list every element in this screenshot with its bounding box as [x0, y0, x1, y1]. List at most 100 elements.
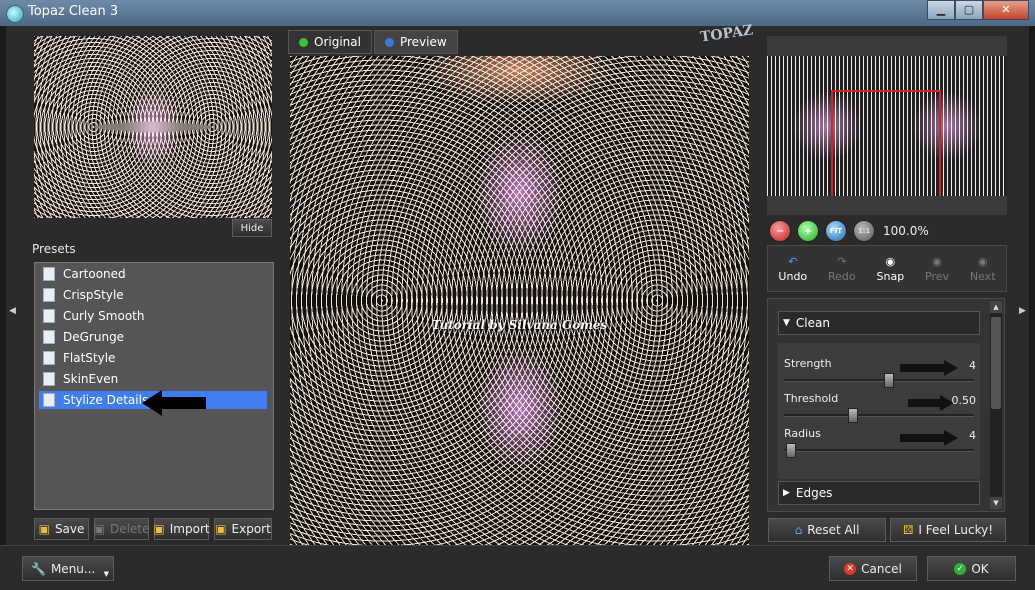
- document-icon: [43, 267, 55, 281]
- radius-value: 4: [969, 429, 976, 442]
- strength-label: Strength: [784, 357, 832, 370]
- save-button[interactable]: ▣ Save: [34, 518, 89, 540]
- prev-button[interactable]: ◉ Prev: [925, 255, 949, 283]
- strength-value: 4: [969, 359, 976, 372]
- delete-button[interactable]: ▣ Delete: [94, 518, 149, 540]
- radius-slider-track[interactable]: [784, 449, 974, 452]
- radius-slider-knob[interactable]: [786, 443, 796, 458]
- threshold-slider-knob[interactable]: [848, 408, 858, 423]
- ok-icon: ✓: [954, 562, 967, 575]
- save-icon: ▣: [38, 522, 50, 536]
- import-button[interactable]: ▣ Import: [153, 518, 210, 540]
- reset-all-button[interactable]: ⌂ Reset All: [768, 518, 886, 542]
- section-clean-body: Strength 4 Threshold 0.50 Radius 4: [778, 343, 980, 479]
- main-area: ◀ ▶ Hide Presets Cartooned CrispStyle Cu…: [6, 22, 1029, 545]
- redo-icon: ↷: [837, 254, 847, 268]
- collapse-left-arrow-icon[interactable]: ◀: [9, 306, 16, 316]
- close-button[interactable]: ✕: [983, 0, 1029, 20]
- view-tabs: Original Preview: [288, 30, 458, 54]
- radius-label: Radius: [784, 427, 821, 440]
- document-icon: [43, 393, 55, 407]
- window-title: Topaz Clean 3: [28, 4, 119, 19]
- preset-item[interactable]: DeGrunge: [39, 328, 267, 346]
- zoom-fit-icon[interactable]: FIT: [825, 220, 847, 242]
- delete-icon: ▣: [93, 522, 105, 536]
- triangle-right-icon: ▶: [783, 488, 790, 498]
- annotation-arrow-icon: [908, 399, 942, 407]
- tab-original[interactable]: Original: [288, 30, 372, 54]
- feel-lucky-button[interactable]: ⚄ I Feel Lucky!: [890, 518, 1006, 542]
- annotation-arrowhead-icon: [944, 360, 958, 376]
- document-icon: [43, 309, 55, 323]
- scroll-up-icon[interactable]: ▲: [990, 301, 1002, 313]
- zoom-actual-icon[interactable]: 1:1: [853, 220, 875, 242]
- annotation-arrowhead-icon: [944, 430, 958, 446]
- history-toolbar: ↶ Undo ↷ Redo ◉ Snap ◉ Prev ◉ Next: [767, 245, 1007, 292]
- cancel-icon: ✕: [844, 562, 857, 575]
- navigator-thumbnail[interactable]: [767, 56, 1007, 196]
- document-icon: [43, 330, 55, 344]
- annotation-arrow-icon: [900, 434, 946, 442]
- preset-item[interactable]: Cartooned: [39, 265, 267, 283]
- zoom-level: 100.0%: [883, 224, 929, 238]
- undo-icon: ↶: [788, 254, 798, 268]
- annotation-arrow-left-icon: [142, 390, 206, 416]
- prev-icon: ◉: [932, 254, 942, 268]
- document-icon: [43, 288, 55, 302]
- maximize-button[interactable]: ▢: [955, 0, 983, 20]
- section-edges-header[interactable]: ▶ Edges: [778, 481, 980, 505]
- zoom-in-icon[interactable]: +: [797, 220, 819, 242]
- triangle-down-icon: ▼: [783, 318, 790, 328]
- camera-icon: ◉: [885, 254, 896, 268]
- next-button[interactable]: ◉ Next: [970, 255, 996, 283]
- scroll-down-icon[interactable]: ▼: [990, 497, 1002, 509]
- green-dot-icon: [299, 37, 308, 47]
- ok-button[interactable]: ✓ OK: [927, 556, 1016, 581]
- strength-slider-track[interactable]: [784, 379, 974, 382]
- settings-scrollbar[interactable]: ▲ ▼: [990, 301, 1002, 509]
- document-icon: [43, 351, 55, 365]
- snap-button[interactable]: ◉ Snap: [877, 255, 905, 283]
- export-icon: ▣: [215, 522, 227, 536]
- minimize-button[interactable]: ▁: [927, 0, 955, 20]
- reset-icon: ⌂: [794, 523, 803, 537]
- topaz-logo: TOPAZ: [699, 22, 755, 46]
- scroll-thumb[interactable]: [991, 317, 1001, 409]
- tab-preview[interactable]: Preview: [373, 30, 458, 54]
- export-button[interactable]: ▣ Export: [214, 518, 272, 540]
- strength-slider-knob[interactable]: [884, 373, 894, 388]
- settings-panel: ▼Clean Strength 4 Threshold 0.50 Radius: [767, 298, 1005, 512]
- threshold-label: Threshold: [784, 392, 839, 405]
- document-icon: [43, 372, 55, 386]
- threshold-value: 0.50: [951, 394, 977, 407]
- zoom-out-icon[interactable]: −: [769, 220, 791, 242]
- presets-list[interactable]: Cartooned CrispStyle Curly Smooth DeGrun…: [34, 262, 274, 510]
- window-controls: ▁ ▢ ✕: [927, 0, 1029, 20]
- dice-icon: ⚄: [902, 523, 914, 537]
- cancel-button[interactable]: ✕ Cancel: [829, 556, 917, 581]
- redo-button[interactable]: ↷ Redo: [828, 255, 856, 283]
- threshold-slider-track[interactable]: [784, 414, 974, 417]
- preset-item[interactable]: SkinEven: [39, 370, 267, 388]
- blue-dot-icon: [384, 37, 394, 47]
- bottom-bar: 🔧 Menu... ▼ ✕ Cancel ✓ OK: [0, 545, 1035, 590]
- collapse-right-arrow-icon[interactable]: ▶: [1019, 306, 1026, 316]
- presets-label: Presets: [32, 242, 76, 256]
- preview-image[interactable]: Tutorial by Silvana Gomes: [290, 56, 749, 545]
- original-thumbnail: [34, 36, 272, 218]
- watermark-text: Tutorial by Silvana Gomes: [431, 318, 608, 332]
- topaz-app-icon: [6, 5, 24, 23]
- undo-button[interactable]: ↶ Undo: [778, 255, 807, 283]
- preset-item[interactable]: Curly Smooth: [39, 307, 267, 325]
- menu-button[interactable]: 🔧 Menu... ▼: [22, 556, 114, 581]
- next-icon: ◉: [977, 254, 988, 268]
- import-icon: ▣: [153, 522, 165, 536]
- section-clean-header[interactable]: ▼ Clean: [778, 311, 980, 335]
- navigator-viewport-rect[interactable]: [831, 90, 941, 196]
- preset-item[interactable]: CrispStyle: [39, 286, 267, 304]
- navigator-box: [767, 36, 1007, 215]
- hide-button[interactable]: Hide: [232, 219, 272, 237]
- annotation-arrow-icon: [900, 364, 946, 372]
- wrench-icon: 🔧: [31, 561, 46, 576]
- preset-item[interactable]: FlatStyle: [39, 349, 267, 367]
